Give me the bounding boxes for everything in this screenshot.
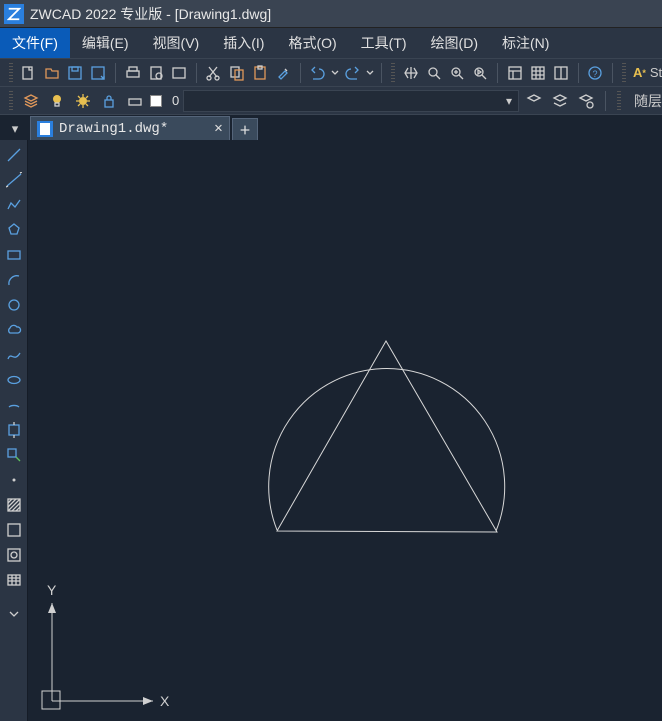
close-tab-button[interactable]: ✕ xyxy=(214,120,222,137)
redo-button[interactable] xyxy=(342,62,363,84)
spline-tool[interactable] xyxy=(3,344,25,366)
tab-drawing1[interactable]: Drawing1.dwg* ✕ xyxy=(30,116,230,140)
zoom-previous-button[interactable] xyxy=(470,62,491,84)
toolbar-grip-2[interactable] xyxy=(391,63,395,83)
make-block-tool[interactable] xyxy=(3,444,25,466)
zoom-window-button[interactable] xyxy=(447,62,468,84)
layer-name: 0 xyxy=(172,93,179,108)
workspace: X Y xyxy=(0,140,662,721)
ucs-x-label: X xyxy=(160,693,170,709)
menu-format[interactable]: 格式(O) xyxy=(276,28,348,58)
app-icon xyxy=(4,4,24,24)
menu-insert[interactable]: 插入(I) xyxy=(211,28,276,58)
gradient-tool[interactable] xyxy=(3,519,25,541)
redo-dropdown[interactable] xyxy=(365,62,375,84)
layer-freeze-icon[interactable] xyxy=(72,90,94,112)
help-button[interactable]: ? xyxy=(585,62,606,84)
pan-button[interactable] xyxy=(400,62,421,84)
new-file-button[interactable] xyxy=(18,62,39,84)
circle-tool[interactable] xyxy=(3,294,25,316)
linetype-grip[interactable] xyxy=(617,91,621,111)
layer-grip[interactable] xyxy=(9,91,13,111)
saveas-button[interactable] xyxy=(88,62,109,84)
text-style-button[interactable]: A* xyxy=(631,62,648,84)
document-tabs: ▾ Drawing1.dwg* ✕ xyxy=(0,114,662,140)
dwg-file-icon xyxy=(37,121,53,137)
plot-preview-button[interactable] xyxy=(145,62,166,84)
tab-label: Drawing1.dwg* xyxy=(59,121,168,137)
drawing-canvas[interactable]: X Y xyxy=(28,140,662,721)
layer-dropdown[interactable]: ▾ xyxy=(183,90,519,112)
ellipse-tool[interactable] xyxy=(3,369,25,391)
tool-palettes-button[interactable] xyxy=(551,62,572,84)
arc-tool[interactable] xyxy=(3,269,25,291)
copy-button[interactable] xyxy=(226,62,247,84)
layer-manager-button[interactable] xyxy=(20,90,42,112)
point-tool[interactable] xyxy=(3,469,25,491)
layer-lock-icon[interactable] xyxy=(98,90,120,112)
svg-text:?: ? xyxy=(593,69,598,79)
layer-toolbar: 0 ▾ 随层 xyxy=(0,86,662,114)
menu-draw[interactable]: 绘图(D) xyxy=(419,28,490,58)
menu-file[interactable]: 文件(F) xyxy=(0,28,70,58)
line-tool[interactable] xyxy=(3,144,25,166)
title-bar: ZWCAD 2022 专业版 - [Drawing1.dwg] xyxy=(0,0,662,28)
main-toolbar: ? A* St xyxy=(0,58,662,86)
chevron-down-icon: ▾ xyxy=(506,94,512,108)
menu-tools[interactable]: 工具(T) xyxy=(349,28,419,58)
layer-states-button[interactable] xyxy=(523,90,545,112)
draw-toolbar xyxy=(0,140,28,721)
ucs-icon: X Y xyxy=(42,582,170,709)
undo-button[interactable] xyxy=(307,62,328,84)
construction-line-tool[interactable] xyxy=(3,169,25,191)
insert-block-tool[interactable] xyxy=(3,419,25,441)
cut-button[interactable] xyxy=(203,62,224,84)
window-title: ZWCAD 2022 专业版 - [Drawing1.dwg] xyxy=(30,4,271,24)
match-properties-button[interactable] xyxy=(272,62,293,84)
polyline-tool[interactable] xyxy=(3,194,25,216)
toolbar-expand[interactable] xyxy=(3,603,25,625)
layer-bulb-icon[interactable] xyxy=(46,90,68,112)
linetype-dropdown[interactable]: 随层 xyxy=(634,91,662,111)
properties-panel-button[interactable] xyxy=(504,62,525,84)
paste-button[interactable] xyxy=(249,62,270,84)
ellipse-arc-tool[interactable] xyxy=(3,394,25,416)
tab-list-button[interactable]: ▾ xyxy=(6,118,24,140)
plot-button[interactable] xyxy=(122,62,143,84)
design-center-button[interactable] xyxy=(527,62,548,84)
publish-button[interactable] xyxy=(168,62,189,84)
ucs-y-label: Y xyxy=(47,582,57,598)
layer-previous-button[interactable] xyxy=(575,90,597,112)
table-tool[interactable] xyxy=(3,569,25,591)
toolbar-grip-3[interactable] xyxy=(622,63,626,83)
undo-dropdown[interactable] xyxy=(330,62,340,84)
menu-view[interactable]: 视图(V) xyxy=(141,28,212,58)
new-tab-button[interactable] xyxy=(232,118,258,140)
text-style-label[interactable]: St xyxy=(650,62,662,84)
layer-isolate-button[interactable] xyxy=(549,90,571,112)
layer-plot-icon[interactable] xyxy=(124,90,146,112)
zoom-realtime-button[interactable] xyxy=(423,62,444,84)
menu-dimension[interactable]: 标注(N) xyxy=(490,28,561,58)
menu-edit[interactable]: 编辑(E) xyxy=(70,28,141,58)
menu-bar: 文件(F) 编辑(E) 视图(V) 插入(I) 格式(O) 工具(T) 绘图(D… xyxy=(0,28,662,58)
toolbar-grip[interactable] xyxy=(9,63,13,83)
region-tool[interactable] xyxy=(3,544,25,566)
hatch-tool[interactable] xyxy=(3,494,25,516)
save-button[interactable] xyxy=(64,62,85,84)
polygon-tool[interactable] xyxy=(3,219,25,241)
layer-color-chip[interactable] xyxy=(150,95,162,107)
revision-cloud-tool[interactable] xyxy=(3,319,25,341)
rectangle-tool[interactable] xyxy=(3,244,25,266)
open-file-button[interactable] xyxy=(41,62,62,84)
